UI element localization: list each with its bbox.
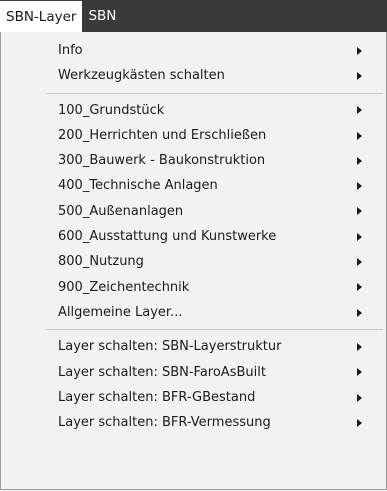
menu-separator — [46, 329, 383, 331]
chevron-right-icon — [357, 385, 365, 410]
menu-item-info[interactable]: Info — [46, 38, 383, 63]
menu-item-label: Info — [58, 43, 83, 58]
menu-sbn-layer[interactable]: SBN-Layer — [0, 0, 83, 32]
menu-item-layer-schalten-sbn-layerstruktur[interactable]: Layer schalten: SBN-Layerstruktur — [46, 334, 383, 359]
menu-item-label: 200_Herrichten und Erschließen — [58, 127, 267, 143]
menu-item-label: Layer schalten: SBN-Layerstruktur — [58, 339, 282, 355]
menu-item-label: 300_Bauwerk - Baukonstruktion — [58, 153, 266, 169]
menu-item-500-aussenanlagen[interactable]: 500_Außenanlagen — [46, 199, 383, 224]
sbn-layer-dropdown-menu: Info Werkzeugkästen schalten 100_Grundst… — [0, 32, 387, 490]
menu-item-layer-schalten-bfr-vermessung[interactable]: Layer schalten: BFR-Vermessung — [46, 410, 383, 435]
chevron-right-icon — [357, 38, 365, 63]
menu-icon-gutter — [1, 32, 43, 489]
menu-item-100-grundstueck[interactable]: 100_Grundstück — [46, 98, 383, 123]
menu-sbn[interactable]: SBN — [82, 0, 122, 32]
chevron-right-icon — [357, 275, 365, 300]
chevron-right-icon — [357, 410, 365, 435]
menu-item-600-ausstattung[interactable]: 600_Ausstattung und Kunstwerke — [46, 224, 383, 249]
menu-item-label: 400_Technische Anlagen — [58, 178, 218, 194]
menu-item-layer-schalten-bfr-gbestand[interactable]: Layer schalten: BFR-GBestand — [46, 385, 383, 410]
chevron-right-icon — [357, 63, 365, 88]
menu-item-300-bauwerk[interactable]: 300_Bauwerk - Baukonstruktion — [46, 148, 383, 173]
menu-item-label: 100_Grundstück — [58, 102, 165, 118]
menu-item-label: Layer schalten: SBN-FaroAsBuilt — [58, 364, 266, 380]
menu-item-list: Info Werkzeugkästen schalten 100_Grundst… — [46, 38, 383, 435]
menu-item-label: 600_Ausstattung und Kunstwerke — [58, 229, 277, 245]
chevron-right-icon — [357, 224, 365, 249]
chevron-right-icon — [357, 199, 365, 224]
menu-item-900-zeichentechnik[interactable]: 900_Zeichentechnik — [46, 275, 383, 300]
menu-item-label: 800_Nutzung — [58, 254, 144, 270]
chevron-right-icon — [357, 98, 365, 123]
chevron-right-icon — [357, 173, 365, 198]
menu-item-label: Allgemeine Layer... — [58, 304, 183, 320]
menu-item-label: Layer schalten: BFR-GBestand — [58, 389, 256, 405]
chevron-right-icon — [357, 249, 365, 274]
menu-bar: SBN-Layer SBN — [0, 0, 387, 32]
chevron-right-icon — [357, 334, 365, 359]
menu-item-label: 500_Außenanlagen — [58, 203, 184, 219]
chevron-right-icon — [357, 148, 365, 173]
chevron-right-icon — [357, 300, 365, 325]
menu-item-allgemeine-layer[interactable]: Allgemeine Layer... — [46, 300, 383, 325]
menu-item-werkzeugkaesten-schalten[interactable]: Werkzeugkästen schalten — [46, 63, 383, 88]
chevron-right-icon — [357, 123, 365, 148]
menu-item-layer-schalten-sbn-faroasbuilt[interactable]: Layer schalten: SBN-FaroAsBuilt — [46, 360, 383, 385]
menu-item-label: Werkzeugkästen schalten — [58, 68, 225, 84]
menu-item-label: 900_Zeichentechnik — [58, 279, 190, 295]
menu-item-400-technische-anlagen[interactable]: 400_Technische Anlagen — [46, 173, 383, 198]
chevron-right-icon — [357, 360, 365, 385]
menu-separator — [46, 92, 383, 94]
menu-item-200-herrichten[interactable]: 200_Herrichten und Erschließen — [46, 123, 383, 148]
menu-item-label: Layer schalten: BFR-Vermessung — [58, 415, 271, 431]
menu-item-800-nutzung[interactable]: 800_Nutzung — [46, 249, 383, 274]
